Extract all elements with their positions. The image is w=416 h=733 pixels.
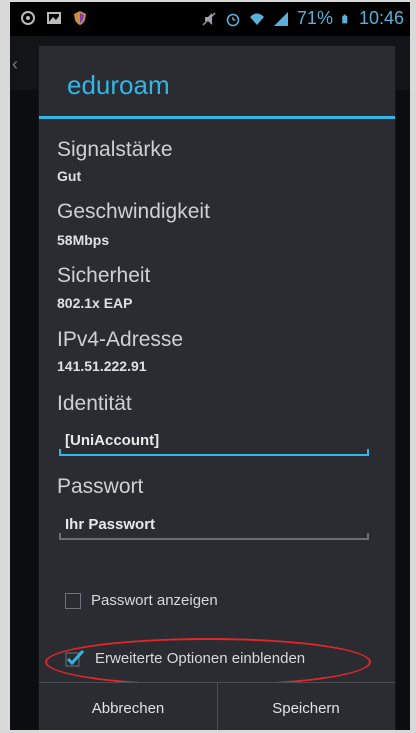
show-password-checkbox[interactable] (65, 592, 81, 609)
dialog-title: eduroam (67, 70, 170, 100)
ip-value: 141.51.222.91 (57, 358, 147, 374)
status-bar-right-icons: 71% 10:46 (201, 8, 404, 29)
ip-label: IPv4-Adresse (57, 328, 184, 351)
password-field[interactable]: Ihr Passwort (59, 510, 369, 540)
speed-value: 58Mbps (57, 232, 110, 248)
security-value: 802.1x EAP (57, 295, 133, 311)
back-chevron-icon: ‹ (12, 54, 18, 74)
cancel-button[interactable]: Abbrechen (39, 683, 218, 730)
shield-icon (74, 11, 86, 25)
alarm-icon (226, 13, 240, 26)
clock: 10:46 (358, 8, 404, 28)
signal-label: Signalstärke (57, 138, 173, 161)
show-password-row[interactable]: Passwort anzeigen (65, 592, 218, 609)
usb-icon (21, 11, 35, 25)
signal-value: Gut (57, 168, 82, 184)
mute-icon (202, 11, 216, 26)
save-button[interactable]: Speichern (217, 683, 395, 730)
password-label: Passwort (57, 475, 144, 498)
title-divider (39, 116, 395, 119)
dialog-button-bar: Abbrechen Speichern (39, 682, 395, 730)
password-field-value: Ihr Passwort (65, 516, 156, 533)
identity-field-underline (59, 449, 369, 456)
password-field-underline (59, 533, 369, 540)
battery-icon (342, 14, 348, 23)
identity-field-value: [UniAccount] (65, 432, 160, 449)
show-password-label: Passwort anzeigen (91, 592, 218, 609)
wifi-icon (249, 13, 264, 25)
advanced-options-row[interactable]: Erweiterte Optionen einblenden (65, 648, 305, 668)
checkmark-icon[interactable] (65, 648, 85, 668)
speed-label: Geschwindigkeit (57, 200, 210, 223)
advanced-options-label: Erweiterte Optionen einblenden (95, 649, 306, 667)
phone-screen: 71% 10:46 ‹ eduroam Signalstärke Gut Ges… (10, 2, 410, 730)
image-icon (47, 12, 61, 24)
identity-field[interactable]: [UniAccount] (59, 426, 369, 456)
wifi-details-dialog: eduroam Signalstärke Gut Geschwindigkeit… (38, 45, 396, 730)
status-bar: 71% 10:46 (10, 2, 410, 36)
identity-label: Identität (57, 392, 132, 415)
battery-percent: 71% (296, 8, 333, 28)
signal-icon (273, 11, 288, 26)
status-bar-left-icons (20, 10, 88, 26)
security-label: Sicherheit (57, 264, 151, 287)
